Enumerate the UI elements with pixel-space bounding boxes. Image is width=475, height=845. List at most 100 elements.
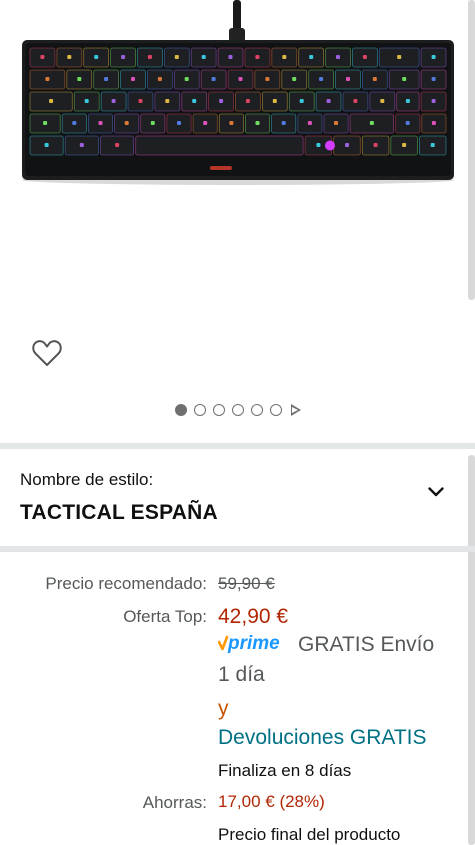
- keycap-legend-glow: [44, 143, 49, 147]
- keycap-legend-glow: [104, 77, 109, 81]
- keycap-legend-glow: [346, 77, 350, 81]
- final-price-note: Precio final del producto: [218, 825, 401, 844]
- chevron-down-icon[interactable]: [427, 483, 445, 501]
- keycap-legend-glow: [431, 55, 436, 59]
- keycap-legend-glow: [282, 55, 287, 59]
- keycap-legend-glow: [372, 77, 377, 81]
- keycap-legend-glow: [174, 55, 179, 59]
- keycap-legend-glow: [431, 121, 436, 125]
- keycap-legend-glow: [255, 55, 260, 59]
- rrp-value: 59,90 €: [218, 574, 275, 593]
- keycap-legend-glow: [319, 77, 324, 81]
- pagination-dot[interactable]: [269, 404, 282, 416]
- pagination-dot[interactable]: [212, 404, 225, 416]
- keycap-legend-glow: [111, 99, 116, 103]
- keycap-legend-glow: [147, 55, 152, 59]
- divider: [0, 546, 475, 552]
- keycap-legend-glow: [115, 143, 120, 147]
- keycap-legend-glow: [43, 121, 48, 125]
- keycap-legend-glow: [245, 99, 250, 103]
- offer-price: 42,90 €: [218, 605, 289, 628]
- keycap-legend-glow: [49, 99, 54, 103]
- deal-ends-text: Finaliza en 8 días: [218, 761, 352, 780]
- keycap-legend-glow: [369, 121, 374, 125]
- keycap-legend-glow: [67, 55, 72, 59]
- savings-label: Ahorras:: [142, 793, 207, 812]
- heart-outline-icon[interactable]: [31, 337, 63, 369]
- keycap-legend-glow: [307, 121, 312, 125]
- keycap-legend-glow: [45, 77, 50, 81]
- keycap-legend-glow: [345, 143, 349, 147]
- keycap-legend-glow: [281, 121, 286, 125]
- keycap-legend-glow: [177, 121, 181, 125]
- prime-logo-text: prime: [227, 633, 280, 654]
- logo-key-glow: [325, 140, 335, 151]
- page-scrollbar[interactable]: [468, 455, 475, 845]
- keycap-legend-glow: [362, 55, 367, 59]
- keycap-legend-glow: [94, 55, 99, 59]
- style-selector-label: Nombre de estilo:: [20, 470, 154, 489]
- pagination-dot[interactable]: [193, 404, 206, 416]
- free-returns-link[interactable]: Devoluciones GRATIS: [218, 726, 427, 750]
- keycap-legend-glow: [265, 77, 270, 81]
- keycap-legend-glow: [430, 143, 435, 147]
- image-pagination[interactable]: [0, 401, 475, 419]
- keycap-legend-glow: [211, 77, 216, 81]
- pagination-dot[interactable]: [250, 404, 263, 416]
- keycap-legend-glow: [121, 55, 126, 59]
- prime-free-shipping: GRATIS Envío: [298, 633, 435, 656]
- prime-delivery-day: 1 día: [218, 663, 265, 686]
- keycap-legend-glow: [380, 99, 385, 103]
- keycap-legend-glow: [165, 99, 170, 103]
- keycap-legend-glow: [431, 77, 436, 81]
- keycap-legend-glow: [353, 99, 358, 103]
- keycap-legend-glow: [373, 143, 378, 147]
- play-triangle-icon[interactable]: [290, 404, 301, 416]
- keycap-legend-glow: [192, 99, 197, 103]
- keycap-legend-glow: [299, 99, 304, 103]
- keycap-legend-glow: [77, 77, 82, 81]
- keycap-legend-glow: [219, 99, 224, 103]
- rrp-label: Precio recomendado:: [45, 574, 207, 593]
- keycap-legend-glow: [431, 99, 436, 103]
- keycap-legend-glow: [292, 77, 297, 81]
- style-selector[interactable]: Nombre de estilo: TACTICAL ESPAÑA: [0, 452, 475, 546]
- pagination-dot[interactable]: [174, 404, 187, 416]
- keycap-legend-glow: [228, 55, 233, 59]
- keycap-legend-glow: [309, 55, 314, 59]
- keycap-legend-glow: [272, 99, 277, 103]
- keycap-legend-glow: [334, 121, 338, 125]
- keycap-legend-glow: [40, 55, 45, 59]
- keycap-legend-glow: [405, 121, 410, 125]
- keycap-legend-glow: [72, 121, 77, 125]
- product-image-gallery[interactable]: [0, 0, 475, 440]
- keycap-legend-glow: [203, 121, 208, 125]
- offer-label: Oferta Top:: [123, 607, 207, 626]
- keycap-legend-glow: [201, 55, 206, 59]
- keycap-legend-glow: [405, 99, 410, 103]
- keycap-legend-glow: [326, 99, 331, 103]
- gallery-scrollbar[interactable]: [468, 0, 475, 300]
- keycap-legend-glow: [397, 55, 402, 59]
- pagination-dot[interactable]: [231, 404, 244, 416]
- prime-logo: prime: [218, 633, 280, 654]
- keycap-legend-glow: [238, 77, 243, 81]
- keycap-legend-glow: [84, 99, 89, 103]
- keycap-legend-glow: [157, 77, 162, 81]
- and-text: y: [218, 697, 229, 720]
- keycap-legend-glow: [150, 121, 155, 125]
- keycap-legend-glow: [138, 99, 143, 103]
- keycap-legend-glow: [316, 143, 321, 147]
- keycap-legend-glow: [124, 121, 129, 125]
- keycap-legend-glow: [255, 121, 260, 125]
- keycap-legend-glow: [79, 143, 84, 147]
- savings-value: 17,00 € (28%): [218, 792, 325, 811]
- keycap-legend-glow: [98, 121, 103, 125]
- keycap-legend-glow: [402, 77, 407, 81]
- keycap-legend-glow: [131, 77, 135, 81]
- keycap-legend-glow: [184, 77, 189, 81]
- style-selector-value: TACTICAL ESPAÑA: [20, 501, 218, 524]
- product-image[interactable]: [14, 0, 462, 190]
- divider: [0, 443, 475, 449]
- keycap: [135, 135, 304, 156]
